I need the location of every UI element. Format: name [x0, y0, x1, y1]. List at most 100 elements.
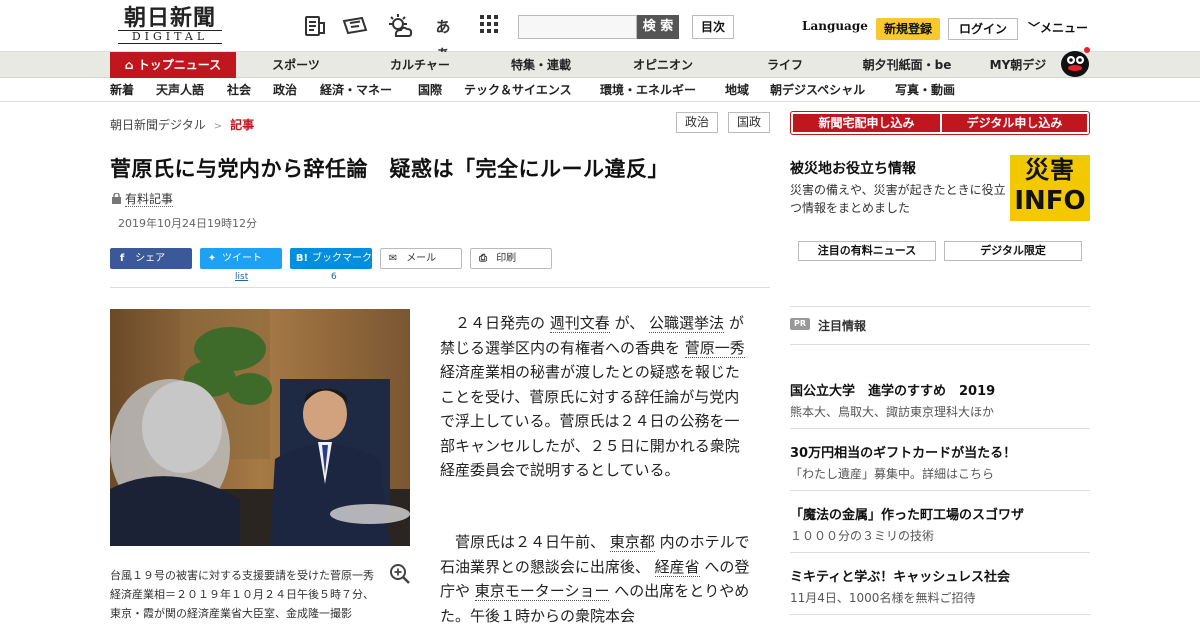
search-button[interactable]: 検 索	[637, 15, 679, 39]
nav2-politics[interactable]: 政治	[273, 78, 297, 102]
primary-nav: ⌂ トップニュース スポーツ カルチャー 特集・連載 オピニオン ライフ 朝夕刊…	[0, 52, 1200, 78]
disaster-info-desc[interactable]: 災害の備えや、災害が起きたときに役立つ情報をまとめました	[790, 181, 1006, 217]
tab-paid-news[interactable]: 注目の有料ニュース	[798, 241, 936, 261]
nav2-economy[interactable]: 経済・マネー	[320, 78, 392, 102]
nav2-photo[interactable]: 写真・動画	[895, 78, 955, 102]
paid-article-label[interactable]: 有料記事	[125, 192, 174, 207]
newspaper-icon[interactable]	[302, 14, 328, 40]
nav-my-asadigi[interactable]: MY朝デジ	[980, 52, 1056, 78]
breadcrumb-separator: >	[213, 121, 223, 132]
chevron-down-icon: ﹀	[1028, 21, 1041, 35]
nav2-region[interactable]: 地域	[725, 78, 749, 102]
disaster-info-title[interactable]: 被災地お役立ち情報	[790, 158, 916, 178]
twitter-count[interactable]: list	[235, 272, 248, 282]
article-text: ２４日発売の	[455, 314, 550, 332]
disaster-logo-info: INFO	[1014, 186, 1086, 216]
nav2-tech[interactable]: テック＆サイエンス	[464, 78, 572, 102]
nav2-international[interactable]: 国際	[418, 78, 442, 102]
weather-icon[interactable]	[386, 14, 413, 40]
article-keyword-link[interactable]: 東京都	[609, 533, 655, 552]
nav2-latest[interactable]: 新着	[110, 78, 134, 102]
paid-article-badge: 有料記事	[112, 190, 174, 207]
nav-sports[interactable]: スポーツ	[256, 52, 336, 78]
twitter-bird-icon: ✦	[207, 253, 217, 264]
secondary-nav: 新着 天声人語 社会 政治 経済・マネー 国際 テック＆サイエンス 環境・エネル…	[0, 78, 1200, 102]
nav-opinion[interactable]: オピニオン	[618, 52, 708, 78]
facebook-share-button[interactable]: f シェア	[110, 248, 192, 269]
nav2-society[interactable]: 社会	[227, 78, 251, 102]
nav2-special[interactable]: 朝デジスペシャル	[770, 78, 865, 102]
share-label: メール	[406, 253, 437, 264]
mail-icon: ✉	[388, 253, 398, 264]
zoom-icon[interactable]	[389, 563, 411, 585]
pr-item-headline[interactable]: ミキティと学ぶ！キャッシュレス社会	[790, 566, 1010, 585]
printer-icon: ⎙	[479, 253, 487, 264]
font-size-icon[interactable]: あぁ	[430, 14, 456, 62]
pr-item-sub[interactable]: １０００分の３ミリの技術	[790, 527, 934, 544]
nav-life[interactable]: ライフ	[745, 52, 825, 78]
login-button[interactable]: ログイン	[948, 18, 1018, 40]
mascot-icon[interactable]	[1058, 44, 1092, 78]
nav-culture[interactable]: カルチャー	[375, 52, 465, 78]
divider	[790, 552, 1090, 553]
divider	[790, 490, 1090, 491]
print-button[interactable]: ⎙ 印刷	[470, 248, 552, 269]
article-photo[interactable]	[110, 309, 410, 546]
pr-item-headline[interactable]: 「魔法の金属」作った町工場のスゴワザ	[790, 504, 1024, 523]
divider	[790, 306, 1090, 307]
mail-share-button[interactable]: ✉ メール	[380, 248, 462, 269]
pr-item-sub[interactable]: 熊本大、鳥取大、諏訪東京理科大ほか	[790, 403, 994, 420]
divider	[790, 614, 1090, 615]
tab-digital-only[interactable]: デジタル限定	[944, 241, 1082, 261]
share-label: ツイート	[222, 253, 262, 264]
facebook-icon: f	[119, 253, 125, 264]
digital-subscribe-button[interactable]: デジタル申し込み	[942, 114, 1087, 132]
article-paragraph-1: ２４日発売の 週刊文春 が、 公職選挙法 が禁じる選挙区内の有権者への香典を 菅…	[440, 311, 752, 483]
article-keyword-link[interactable]: 東京モーターショー	[474, 582, 610, 601]
article-keyword-link[interactable]: 経産省	[654, 557, 700, 577]
menu-button[interactable]: ﹀メニュー	[1028, 19, 1088, 36]
article-keyword-link[interactable]: 週刊文春	[549, 314, 610, 333]
share-label: 印刷	[496, 253, 517, 264]
nav2-environment[interactable]: 環境・エネルギー	[600, 78, 696, 102]
divider	[790, 344, 1090, 345]
article-text: 経済産業相の秘書が渡したとの疑惑を報じたことを受け、菅原氏に対する辞任論が与党内…	[440, 363, 740, 479]
index-button[interactable]: 目次	[692, 15, 734, 39]
hatena-bookmark-button[interactable]: B! ブックマーク	[290, 248, 372, 269]
share-label: シェア	[135, 253, 166, 264]
breadcrumb-current: 記事	[230, 118, 255, 132]
lock-icon	[112, 192, 121, 206]
subscribe-box: 新聞宅配申し込み デジタル申し込み	[790, 111, 1090, 135]
register-button[interactable]: 新規登録	[876, 18, 940, 40]
pr-item-sub[interactable]: 11月4日、1000名様を無料ご招待	[790, 589, 975, 606]
article-paragraph-2: 菅原氏は２４日午前、 東京都 内のホテルで石油業界との懇談会に出席後、 経産省 …	[440, 530, 752, 628]
hatena-count[interactable]: 6	[331, 272, 337, 282]
article-text: 菅原氏は２４日午前、	[455, 533, 610, 551]
menu-label: メニュー	[1040, 21, 1089, 35]
article-text: が、	[609, 314, 650, 332]
pr-item-sub[interactable]: 「わたし遺産」募集中。詳細はこちら	[790, 465, 994, 482]
tag-politics[interactable]: 政治	[676, 112, 718, 133]
language-link[interactable]: Language	[802, 19, 868, 33]
pr-section-title: 注目情報	[818, 319, 867, 333]
twitter-share-button[interactable]: ✦ ツイート	[200, 248, 282, 269]
search-input[interactable]	[518, 15, 637, 39]
disaster-info-logo[interactable]: 災害 INFO	[1010, 155, 1090, 221]
asahi-digital-logo[interactable]: 朝日新聞 DIGITAL	[112, 6, 228, 46]
newspaper-subscribe-button[interactable]: 新聞宅配申し込み	[793, 114, 940, 132]
tag-national[interactable]: 国政	[728, 112, 770, 133]
pr-badge: PR	[790, 318, 810, 330]
breadcrumb: 朝日新聞デジタル > 記事	[110, 116, 254, 133]
grid-icon[interactable]	[476, 14, 502, 40]
ticket-icon[interactable]	[342, 14, 368, 40]
article-keyword-link[interactable]: 公職選挙法	[649, 314, 725, 333]
pr-item-headline[interactable]: 30万円相当のギフトカードが当たる！	[790, 442, 1016, 461]
divider	[110, 287, 770, 288]
nav-paper[interactable]: 朝夕刊紙面・be	[855, 52, 959, 78]
article-keyword-link[interactable]: 菅原一秀	[684, 338, 745, 358]
pr-item-headline[interactable]: 国公立大学 進学のすすめ 2019	[790, 380, 995, 399]
nav-top-news[interactable]: ⌂ トップニュース	[110, 52, 236, 78]
nav2-tensei[interactable]: 天声人語	[156, 78, 204, 102]
nav-features[interactable]: 特集・連載	[496, 52, 586, 78]
breadcrumb-home[interactable]: 朝日新聞デジタル	[110, 118, 206, 132]
